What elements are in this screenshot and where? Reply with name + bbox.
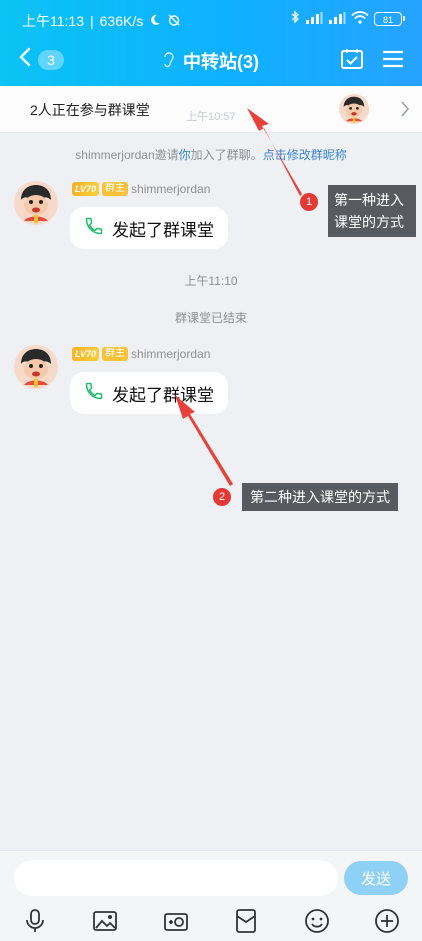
wifi-icon [351,10,369,27]
chat-title-text: 中转站(3) [183,52,259,72]
red-packet-icon[interactable] [231,906,261,936]
sender-avatar[interactable] [14,181,58,225]
system-invite-message: shimmerjordan邀请你加入了群聊。点击修改群昵称 [0,146,422,163]
signal-icon [305,11,323,27]
message-text: 发起了群课堂 [112,385,214,405]
invite-you-link[interactable]: 你 [179,148,191,162]
battery-icon: 81 [374,11,405,26]
level-badge: LV70 [72,347,100,361]
send-button[interactable]: 发送 [344,861,408,895]
phone-icon [84,381,104,406]
chevron-right-icon [400,100,410,123]
bluetooth-icon [291,10,300,27]
status-left: 上午11:13 | 636K/s [22,11,181,31]
annotation-arrows [175,108,302,486]
header: 上午11:13 | 636K/s 81 3 中转站(3) [0,0,422,86]
owner-badge: 群主 [102,182,129,196]
annotation-number-1: 1 [300,193,318,211]
sender-info: LV70 群主 shimmerjordan [72,347,210,361]
message-timestamp: 上午11:10 [184,274,238,288]
group-class-notice-bar[interactable]: 2人正在参与群课堂 上午10:57 [0,86,422,133]
status-right: 81 [291,10,405,27]
moon-icon [149,13,161,29]
group-class-ended-notice: 群课堂已结束 [174,311,247,325]
nav-bar: 3 中转站(3) [0,36,422,86]
status-time: 上午11:13 [22,13,84,29]
group-class-notice-text: 2人正在参与群课堂 [30,102,150,118]
status-divider: | [90,13,94,29]
alarm-off-icon [167,13,181,30]
invite-text-1: 邀请 [154,148,179,162]
sender-avatar[interactable] [14,345,58,389]
menu-icon[interactable] [382,49,404,74]
input-toolbar [0,906,422,940]
image-icon[interactable] [90,906,120,936]
network-speed: 636K/s [99,13,144,29]
sender-name: shimmerjordan [131,182,211,196]
group-class-message-bubble[interactable]: 发起了群课堂 [70,372,228,414]
annotation-callout-2: 第二种进入课堂的方式 [242,483,398,511]
sender-name: shimmerjordan [131,347,211,361]
ear-icon [163,50,175,73]
invite-user: shimmerjordan [75,148,155,162]
calendar-check-icon[interactable] [340,47,364,76]
nav-actions [340,47,404,76]
message-input[interactable] [14,860,338,896]
sender-info: LV70 群主 shimmerjordan [72,182,210,196]
group-class-message-bubble[interactable]: 发起了群课堂 [70,207,228,249]
annotation-callout-1: 第一种进入课堂的方式 [328,185,416,237]
level-badge: LV70 [72,182,100,196]
signal-icon-2 [328,11,346,27]
invite-text-2: 加入了群聊。 [190,148,263,162]
phone-icon [84,216,104,241]
participant-avatar [339,94,369,124]
notice-underlying-time: 上午10:57 [186,111,236,123]
plus-icon[interactable] [372,906,402,936]
camera-icon[interactable] [161,906,191,936]
emoji-icon[interactable] [302,906,332,936]
message-text: 发起了群课堂 [112,220,214,240]
annotation-number-2: 2 [213,488,231,506]
microphone-icon[interactable] [20,906,50,936]
status-bar: 上午11:13 | 636K/s 81 [0,0,422,36]
edit-nickname-link[interactable]: 点击修改群昵称 [263,148,347,162]
input-area: 发送 [0,850,422,941]
owner-badge: 群主 [102,347,129,361]
